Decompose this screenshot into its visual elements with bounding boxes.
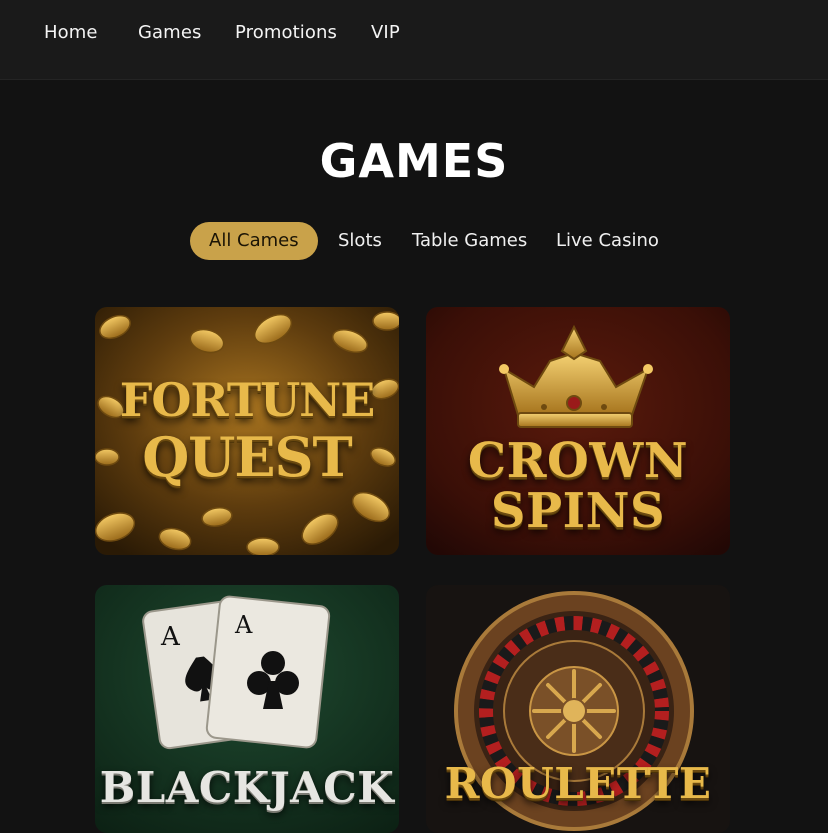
filter-table-games-button[interactable]: Table Games — [412, 222, 527, 260]
nav-games-link[interactable]: Games — [138, 22, 201, 43]
ace-of-clubs-icon: A — [205, 595, 331, 749]
game-title-line1: CROWN — [467, 433, 689, 489]
game-title-line2: QUEST — [142, 425, 352, 489]
game-title-line1: FORTUNE — [119, 373, 376, 427]
filter-live-casino-button[interactable]: Live Casino — [556, 222, 659, 260]
top-navbar: Home Games Promotions VIP — [0, 0, 828, 80]
game-card-fortune-quest[interactable]: FORTUNE QUEST — [95, 307, 399, 555]
svg-text:A: A — [234, 611, 253, 639]
game-card-crown-spins[interactable]: CROWN SPINS — [426, 307, 730, 555]
filter-all-games-button[interactable]: All Cames — [190, 222, 318, 260]
game-title: BLACKJACK — [99, 763, 395, 812]
nav-promotions-link[interactable]: Promotions — [235, 22, 337, 43]
game-title: ROULETTE — [444, 759, 712, 808]
nav-vip-link[interactable]: VIP — [371, 22, 400, 43]
page-title: GAMES — [319, 134, 509, 188]
nav-home-link[interactable]: Home — [44, 22, 98, 43]
game-card-blackjack[interactable]: A A BLACKJACK — [95, 585, 399, 833]
filter-slots-button[interactable]: Slots — [338, 222, 382, 260]
game-title-line2: SPINS — [490, 483, 666, 539]
svg-text:A: A — [160, 622, 181, 652]
game-card-roulette[interactable]: ROULETTE — [426, 585, 730, 833]
